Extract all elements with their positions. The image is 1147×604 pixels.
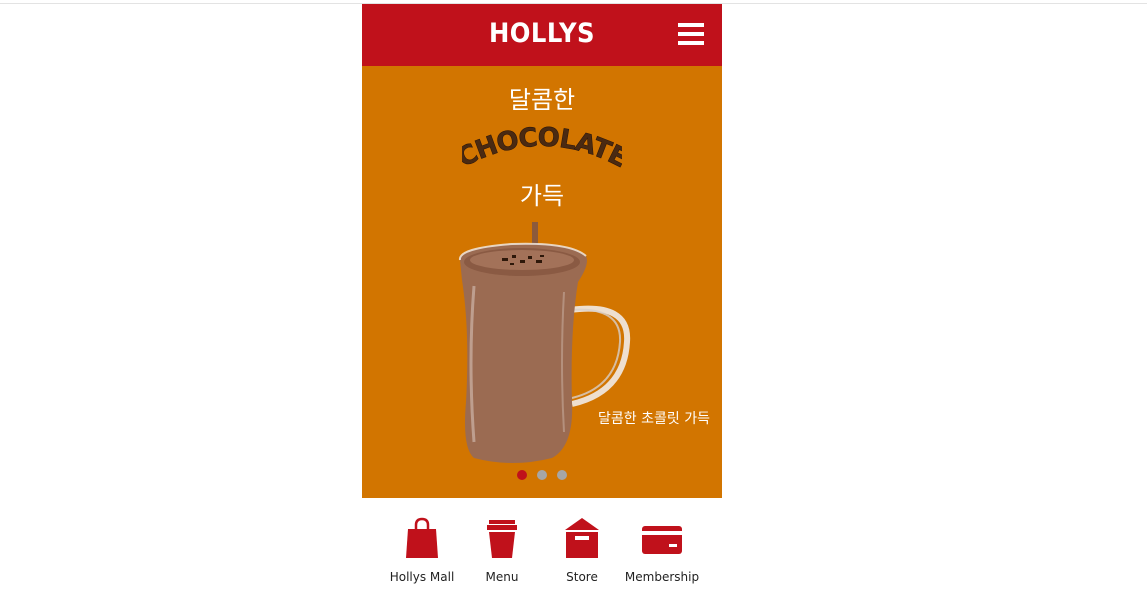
slider-dot-2[interactable]	[537, 470, 547, 480]
nav-store[interactable]: Store	[542, 516, 622, 586]
app-header: HOLLYS	[362, 4, 722, 66]
coffee-cup-icon	[487, 520, 517, 558]
chocolate-word: CHOCOLATE	[462, 122, 622, 172]
hollys-logo[interactable]: HOLLYS	[380, 18, 704, 49]
hamburger-menu-icon[interactable]	[678, 23, 704, 45]
store-icon	[565, 518, 599, 558]
slider-dot-3[interactable]	[557, 470, 567, 480]
promo-banner-slider[interactable]: 달콤한 CHOCOLATE 가득	[362, 66, 722, 498]
banner-headline-bottom: 가득	[519, 182, 565, 210]
nav-hollys-mall[interactable]: Hollys Mall	[382, 516, 462, 586]
mobile-app-frame: HOLLYS 달콤한 CHOCOLATE 가득	[362, 4, 722, 600]
membership-card-icon	[642, 526, 682, 554]
slider-pagination	[517, 470, 577, 482]
banner-caption: 달콤한 초콜릿 가득	[598, 411, 710, 427]
bottom-navigation: Hollys Mall Menu Store Membership	[362, 498, 722, 600]
chocolate-wordmark: CHOCOLATE	[462, 122, 622, 172]
nav-label-menu: Menu	[485, 570, 519, 584]
nav-label-membership: Membership	[624, 570, 700, 584]
slider-dot-1-active[interactable]	[517, 470, 527, 480]
hot-chocolate-image	[459, 222, 631, 463]
nav-label-hollys-mall: Hollys Mall	[389, 570, 455, 584]
nav-label-store: Store	[566, 570, 598, 584]
svg-text:CHOCOLATE: CHOCOLATE	[462, 123, 622, 172]
shopping-bag-icon	[406, 517, 438, 558]
banner-headline-top: 달콤한	[508, 86, 576, 114]
nav-membership[interactable]: Membership	[622, 516, 702, 586]
nav-menu[interactable]: Menu	[462, 516, 542, 586]
